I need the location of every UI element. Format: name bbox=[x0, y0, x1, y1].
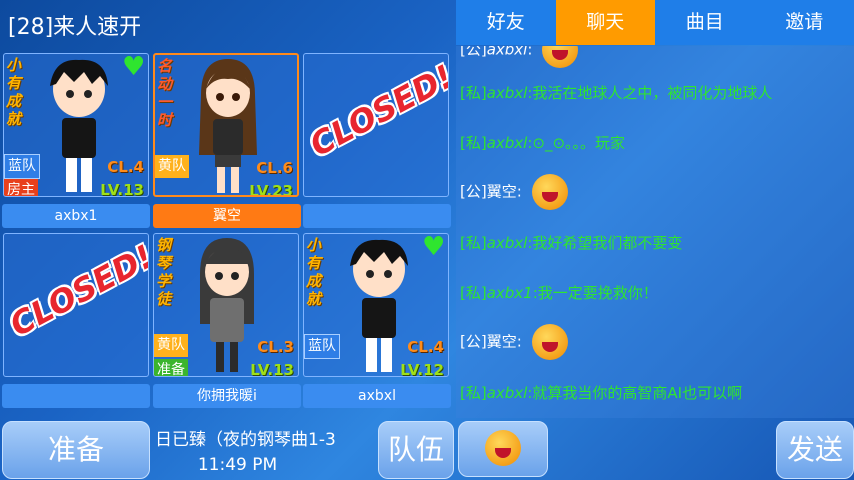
player-level: LV.13 bbox=[100, 181, 144, 197]
chat-prefix: [公] bbox=[460, 332, 487, 351]
chat-message: [私]axbxl:就算我当你的高智商AI也可以啊 bbox=[460, 382, 742, 403]
player-slot-4[interactable]: CLOSED! bbox=[3, 233, 149, 377]
chat-message: [私]axbx1:我一定要挽救你！ bbox=[460, 282, 658, 303]
chat-text: : bbox=[527, 46, 533, 59]
smiley-icon bbox=[485, 430, 521, 466]
send-button[interactable]: 发送 bbox=[776, 421, 854, 479]
player-name: 翼空 bbox=[153, 204, 301, 228]
chat-prefix: [私] bbox=[460, 284, 487, 302]
chat-message: [私]axbxl:我好希望我们都不要变 bbox=[460, 232, 682, 253]
chat-prefix: [私] bbox=[460, 134, 487, 152]
player-title: 小有成就 bbox=[306, 236, 322, 308]
player-level: LV.23 bbox=[249, 182, 293, 197]
team-badge: 黄队 bbox=[155, 155, 189, 178]
player-title: 钢琴学徒 bbox=[156, 236, 172, 308]
cl-level: CL.3 bbox=[257, 338, 294, 356]
closed-label: CLOSED! bbox=[3, 237, 149, 345]
chat-text: :⊙_⊙。。。玩家 bbox=[527, 134, 626, 152]
avatar bbox=[350, 239, 408, 372]
tab-songs[interactable]: 曲目 bbox=[655, 0, 755, 45]
ready-button[interactable]: 准备 bbox=[2, 421, 150, 479]
song-title: 日已臻（夜的钢琴曲1-3 bbox=[155, 430, 336, 450]
chat-message: [公]翼空: bbox=[460, 174, 568, 210]
chat-prefix: [私] bbox=[460, 384, 487, 402]
player-slot-3[interactable]: CLOSED! bbox=[303, 53, 449, 197]
player-slot-6[interactable]: 小有成就 ♥ 蓝队 CL.4 LV.12 bbox=[303, 233, 449, 377]
team-badge: 蓝队 bbox=[304, 334, 340, 359]
chat-user: axbxl bbox=[486, 234, 528, 252]
player-slot-5[interactable]: 钢琴学徒 黄队 准备 CL.3 LV.13 bbox=[153, 233, 299, 377]
crying-face-icon bbox=[531, 324, 568, 360]
tab-bar: 好友 聊天 曲目 邀请 bbox=[456, 0, 854, 45]
room-title: [28]来人速开 bbox=[8, 15, 142, 40]
team-button[interactable]: 队伍 bbox=[378, 421, 454, 479]
heart-icon: ♥ bbox=[422, 233, 446, 262]
tab-chat[interactable]: 聊天 bbox=[555, 0, 655, 45]
chat-user: axbxl bbox=[486, 134, 528, 152]
clock: 11:49 PM bbox=[197, 455, 278, 475]
chat-text: :就算我当你的高智商AI也可以啊 bbox=[527, 384, 743, 402]
tab-friends[interactable]: 好友 bbox=[456, 0, 556, 45]
player-level: LV.12 bbox=[400, 361, 444, 377]
player-title: 名动一时 bbox=[157, 57, 173, 129]
chat-user: axbxl bbox=[486, 46, 528, 59]
chat-user: axbx1 bbox=[486, 284, 533, 302]
chat-user: axbxl bbox=[486, 384, 528, 402]
emoji-button[interactable] bbox=[458, 421, 548, 477]
player-level: LV.13 bbox=[250, 361, 294, 377]
chat-user: axbxl bbox=[486, 84, 528, 102]
avatar bbox=[50, 59, 108, 192]
player-name bbox=[303, 204, 451, 228]
chat-message: [公]翼空: bbox=[460, 324, 568, 360]
chat-log[interactable]: [公]axbxl: [私]axbxl:我活在地球人之中，被同化为地球人 [私]a… bbox=[456, 46, 854, 418]
player-name: axbx1 bbox=[2, 204, 150, 228]
player-name: 你拥我暖i bbox=[153, 384, 301, 408]
host-badge: 房主 bbox=[4, 179, 38, 196]
chat-text: : bbox=[516, 332, 522, 351]
chat-text: :我活在地球人之中，被同化为地球人 bbox=[527, 84, 773, 102]
chat-text: : bbox=[516, 182, 522, 201]
cl-level: CL.4 bbox=[407, 338, 444, 356]
team-badge: 蓝队 bbox=[4, 154, 40, 179]
heart-icon: ♥ bbox=[122, 53, 146, 82]
crying-face-icon bbox=[542, 46, 579, 68]
chat-prefix: [私] bbox=[460, 234, 487, 252]
player-title: 小有成就 bbox=[6, 56, 22, 128]
chat-user: 翼空 bbox=[486, 332, 517, 351]
tab-invite[interactable]: 邀请 bbox=[755, 0, 854, 45]
player-slot-1[interactable]: 小有成就 ♥ 蓝队 房主 CL.4 LV.13 bbox=[3, 53, 149, 197]
chat-user: 翼空 bbox=[486, 182, 517, 201]
chat-prefix: [公] bbox=[460, 182, 487, 201]
player-name: axbxl bbox=[303, 384, 451, 408]
closed-label: CLOSED! bbox=[303, 57, 449, 165]
player-name bbox=[2, 384, 150, 408]
cl-level: CL.4 bbox=[107, 158, 144, 176]
player-slot-2[interactable]: 名动一时 黄队 CL.6 LV.23 bbox=[153, 53, 299, 197]
crying-face-icon bbox=[531, 174, 568, 210]
avatar bbox=[200, 238, 254, 372]
avatar bbox=[199, 59, 257, 193]
chat-prefix: [公] bbox=[460, 46, 487, 59]
chat-message: [私]axbxl:我活在地球人之中，被同化为地球人 bbox=[460, 82, 772, 103]
chat-message: [私]axbxl:⊙_⊙。。。玩家 bbox=[460, 132, 625, 153]
chat-text: :我一定要挽救你！ bbox=[532, 284, 658, 302]
chat-text: :我好希望我们都不要变 bbox=[527, 234, 683, 252]
ready-badge: 准备 bbox=[154, 359, 188, 376]
chat-message: [公]axbxl: bbox=[460, 46, 579, 68]
chat-prefix: [私] bbox=[460, 84, 487, 102]
cl-level: CL.6 bbox=[256, 159, 293, 177]
team-badge: 黄队 bbox=[154, 334, 188, 357]
